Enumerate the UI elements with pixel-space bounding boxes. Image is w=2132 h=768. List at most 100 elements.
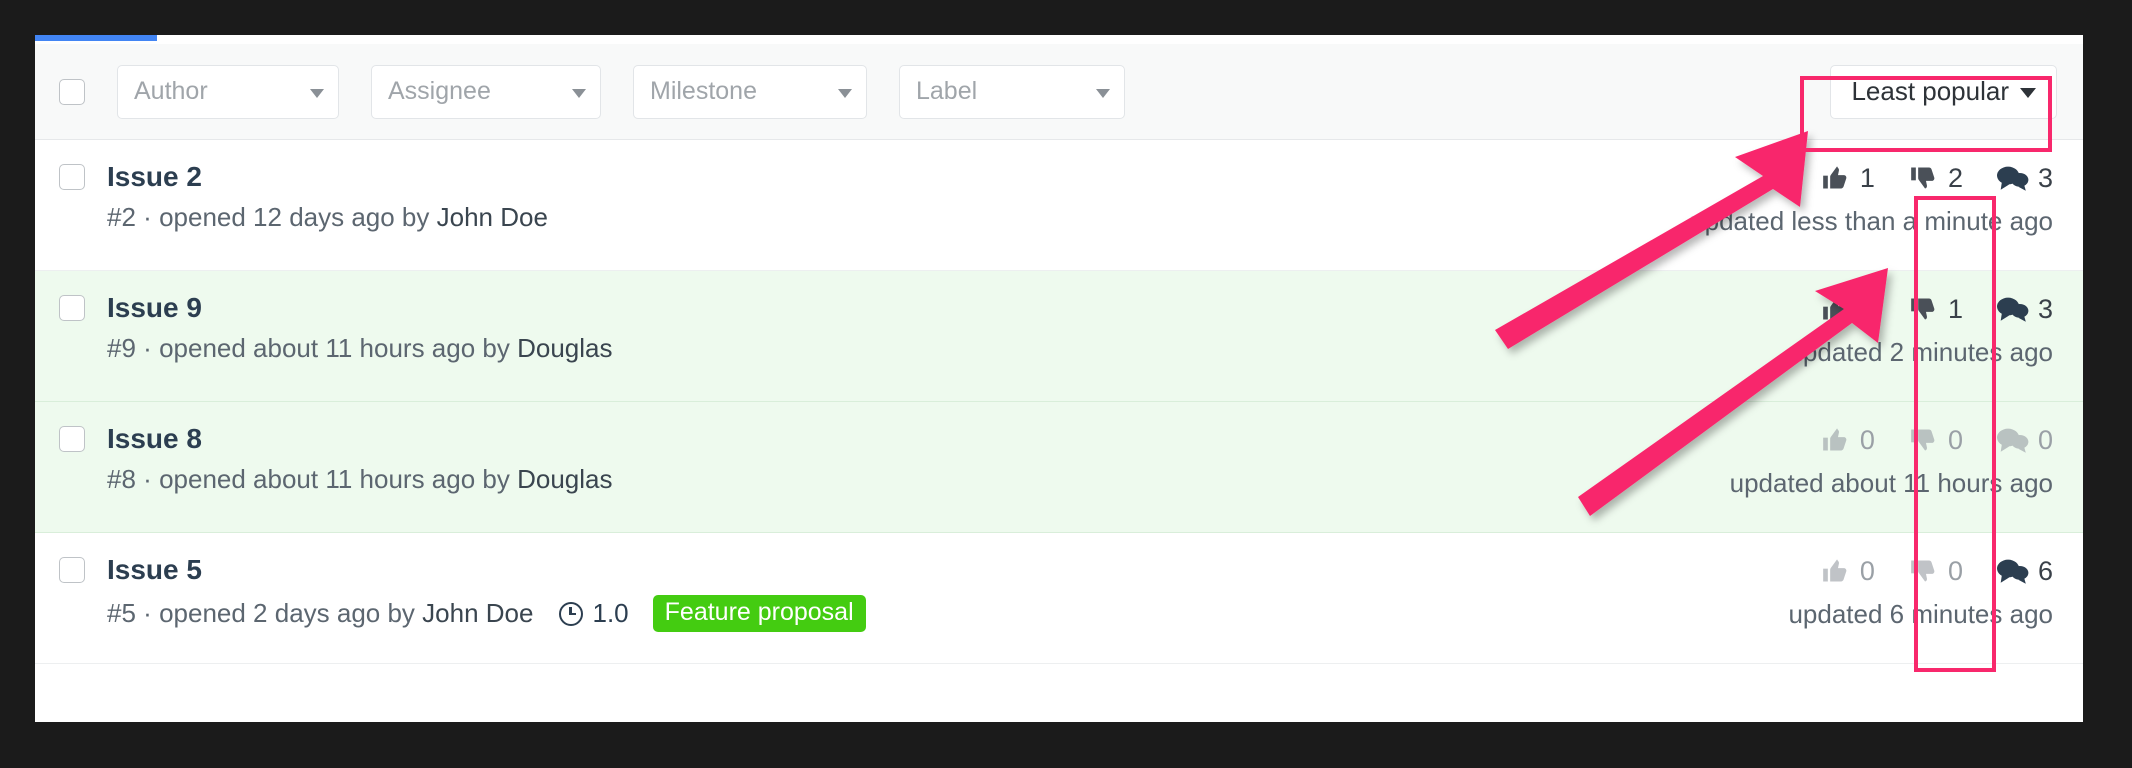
issue-meta-space2 xyxy=(415,598,422,629)
comments-counter[interactable]: 0 xyxy=(1996,424,2053,456)
thumbs-down-icon xyxy=(1909,557,1948,585)
filter-milestone-label: Milestone xyxy=(650,77,757,105)
issue-row[interactable]: Issue 8 #8 · opened about 11 hours ago by… xyxy=(35,402,2083,533)
issue-updated-time: updated about 11 hours ago xyxy=(1729,468,2053,498)
filter-toolbar: Author Assignee Milestone Label Least po… xyxy=(35,44,2083,140)
thumbs-up-icon xyxy=(1821,426,1860,454)
thumbs-down-count: 0 xyxy=(1947,555,1963,586)
issue-author-link[interactable]: Douglas xyxy=(517,464,612,495)
issue-number[interactable]: #9 xyxy=(107,333,136,364)
chevron-down-icon xyxy=(838,88,852,98)
thumbs-down-counter[interactable]: 0 xyxy=(1909,425,1963,456)
issue-opened-text: opened about 11 hours ago by xyxy=(159,464,510,494)
comments-counter[interactable]: 3 xyxy=(1996,162,2053,194)
issue-meta-space2 xyxy=(429,202,436,233)
filter-label[interactable]: Label xyxy=(899,64,1125,119)
issue-meta-space xyxy=(152,464,159,495)
chevron-down-icon xyxy=(1096,88,1110,98)
thumbs-down-count: 2 xyxy=(1947,162,1963,193)
filter-author[interactable]: Author xyxy=(117,64,339,119)
issue-row-left: Issue 5 #5 · opened 2 days ago by John Do… xyxy=(59,533,866,632)
issue-title-line: Issue 5 xyxy=(59,533,866,595)
thumbs-down-counter[interactable]: 1 xyxy=(1909,294,1963,325)
comments-count: 3 xyxy=(2037,162,2053,193)
issue-counters: 0 0 6 xyxy=(1787,533,2053,595)
issue-select-checkbox[interactable] xyxy=(59,295,85,321)
thumbs-up-counter[interactable]: 0 xyxy=(1821,556,1875,587)
issue-milestone[interactable]: 1.0 xyxy=(559,598,629,629)
issue-meta-space2 xyxy=(510,333,517,364)
issue-meta-separator xyxy=(136,464,143,495)
select-all-checkbox[interactable] xyxy=(59,78,85,105)
thumbs-up-count: 0 xyxy=(1859,555,1875,586)
status-badge[interactable]: Feature proposal xyxy=(652,595,866,632)
comments-counter[interactable]: 6 xyxy=(1996,556,2053,587)
issue-meta: #2 · opened 12 days ago by John Doe xyxy=(107,202,548,233)
comment-icon xyxy=(1996,557,2038,585)
comments-count: 3 xyxy=(2037,293,2053,324)
issue-title-link[interactable]: Issue 2 xyxy=(107,161,202,193)
issue-meta-separator xyxy=(136,598,143,629)
comments-counter[interactable]: 3 xyxy=(1996,293,2053,325)
filter-label-label: Label xyxy=(916,77,978,105)
issue-title-line: Issue 9 xyxy=(59,271,613,333)
filter-assignee-label: Assignee xyxy=(388,77,491,105)
thumbs-down-icon xyxy=(1909,295,1948,323)
issue-counters: 0 1 3 xyxy=(1787,271,2053,333)
thumbs-up-counter[interactable]: 0 xyxy=(1821,425,1875,456)
screenshot-stage: Author Assignee Milestone Label Least po… xyxy=(0,0,2132,768)
thumbs-up-icon xyxy=(1821,295,1860,323)
issue-meta-space xyxy=(152,333,159,364)
issue-updated-time: updated 2 minutes ago xyxy=(1788,337,2053,367)
issue-row[interactable]: Issue 2 #2 · opened 12 days ago by John D… xyxy=(35,140,2083,271)
issue-row[interactable]: Issue 9 #9 · opened about 11 hours ago by… xyxy=(35,271,2083,402)
thumbs-up-counter[interactable]: 1 xyxy=(1821,163,1875,194)
thumbs-down-counter[interactable]: 0 xyxy=(1909,556,1963,587)
issue-counters: 0 0 0 xyxy=(1730,402,2053,464)
issue-select-checkbox[interactable] xyxy=(59,426,85,452)
issue-meta-separator-dot: · xyxy=(143,464,152,494)
thumbs-down-icon xyxy=(1909,426,1948,454)
chevron-down-icon xyxy=(572,88,586,98)
chevron-down-icon xyxy=(310,88,324,98)
issue-number[interactable]: #2 xyxy=(107,202,136,233)
issue-row-right: 0 0 6 updated 6 minutes ago xyxy=(1787,533,2053,630)
filter-milestone[interactable]: Milestone xyxy=(633,64,867,119)
issue-meta-separator xyxy=(136,202,143,233)
issue-opened-text: opened 2 days ago by xyxy=(159,598,415,628)
issue-number[interactable]: #8 xyxy=(107,464,136,495)
issue-title-link[interactable]: Issue 9 xyxy=(107,292,202,324)
thumbs-up-counter[interactable]: 0 xyxy=(1821,294,1875,325)
issue-row-right: 1 2 3 updated less than a minute ago xyxy=(1690,140,2053,237)
thumbs-up-count: 0 xyxy=(1859,424,1875,455)
issue-select-checkbox[interactable] xyxy=(59,557,85,583)
issue-meta-separator-dot: · xyxy=(143,202,152,232)
filter-assignee[interactable]: Assignee xyxy=(371,64,601,119)
comments-count: 0 xyxy=(2037,424,2053,455)
issue-meta-separator-dot: · xyxy=(143,598,152,628)
sort-dropdown-button[interactable]: Least popular xyxy=(1830,64,2057,119)
issue-counters: 1 2 3 xyxy=(1690,140,2053,202)
issue-row-left: Issue 8 #8 · opened about 11 hours ago by… xyxy=(59,402,613,495)
issue-row-left: Issue 9 #9 · opened about 11 hours ago by… xyxy=(59,271,613,364)
issue-list: Issue 2 #2 · opened 12 days ago by John D… xyxy=(35,140,2083,664)
issue-author-link[interactable]: John Doe xyxy=(422,598,533,629)
issue-select-checkbox[interactable] xyxy=(59,164,85,190)
clock-icon xyxy=(559,601,584,626)
issue-author-link[interactable]: John Doe xyxy=(437,202,548,233)
chevron-down-icon xyxy=(2020,88,2036,98)
issue-author-link[interactable]: Douglas xyxy=(517,333,612,364)
issue-meta: #5 · opened 2 days ago by John Doe 1.0 Fea… xyxy=(107,595,866,632)
filter-author-label: Author xyxy=(134,77,208,105)
issue-opened-text: opened about 11 hours ago by xyxy=(159,333,510,363)
issue-meta: #8 · opened about 11 hours ago by Dougla… xyxy=(107,464,613,495)
issue-meta: #9 · opened about 11 hours ago by Dougla… xyxy=(107,333,613,364)
issue-title-link[interactable]: Issue 5 xyxy=(107,554,202,586)
issue-title-link[interactable]: Issue 8 xyxy=(107,423,202,455)
issue-row-right: 0 0 0 updated about 11 hours ago xyxy=(1730,402,2053,499)
issue-milestone-label: 1.0 xyxy=(592,598,629,628)
comment-icon xyxy=(1996,426,2038,454)
issue-number[interactable]: #5 xyxy=(107,598,136,629)
thumbs-down-counter[interactable]: 2 xyxy=(1909,163,1963,194)
issue-row[interactable]: Issue 5 #5 · opened 2 days ago by John Do… xyxy=(35,533,2083,664)
